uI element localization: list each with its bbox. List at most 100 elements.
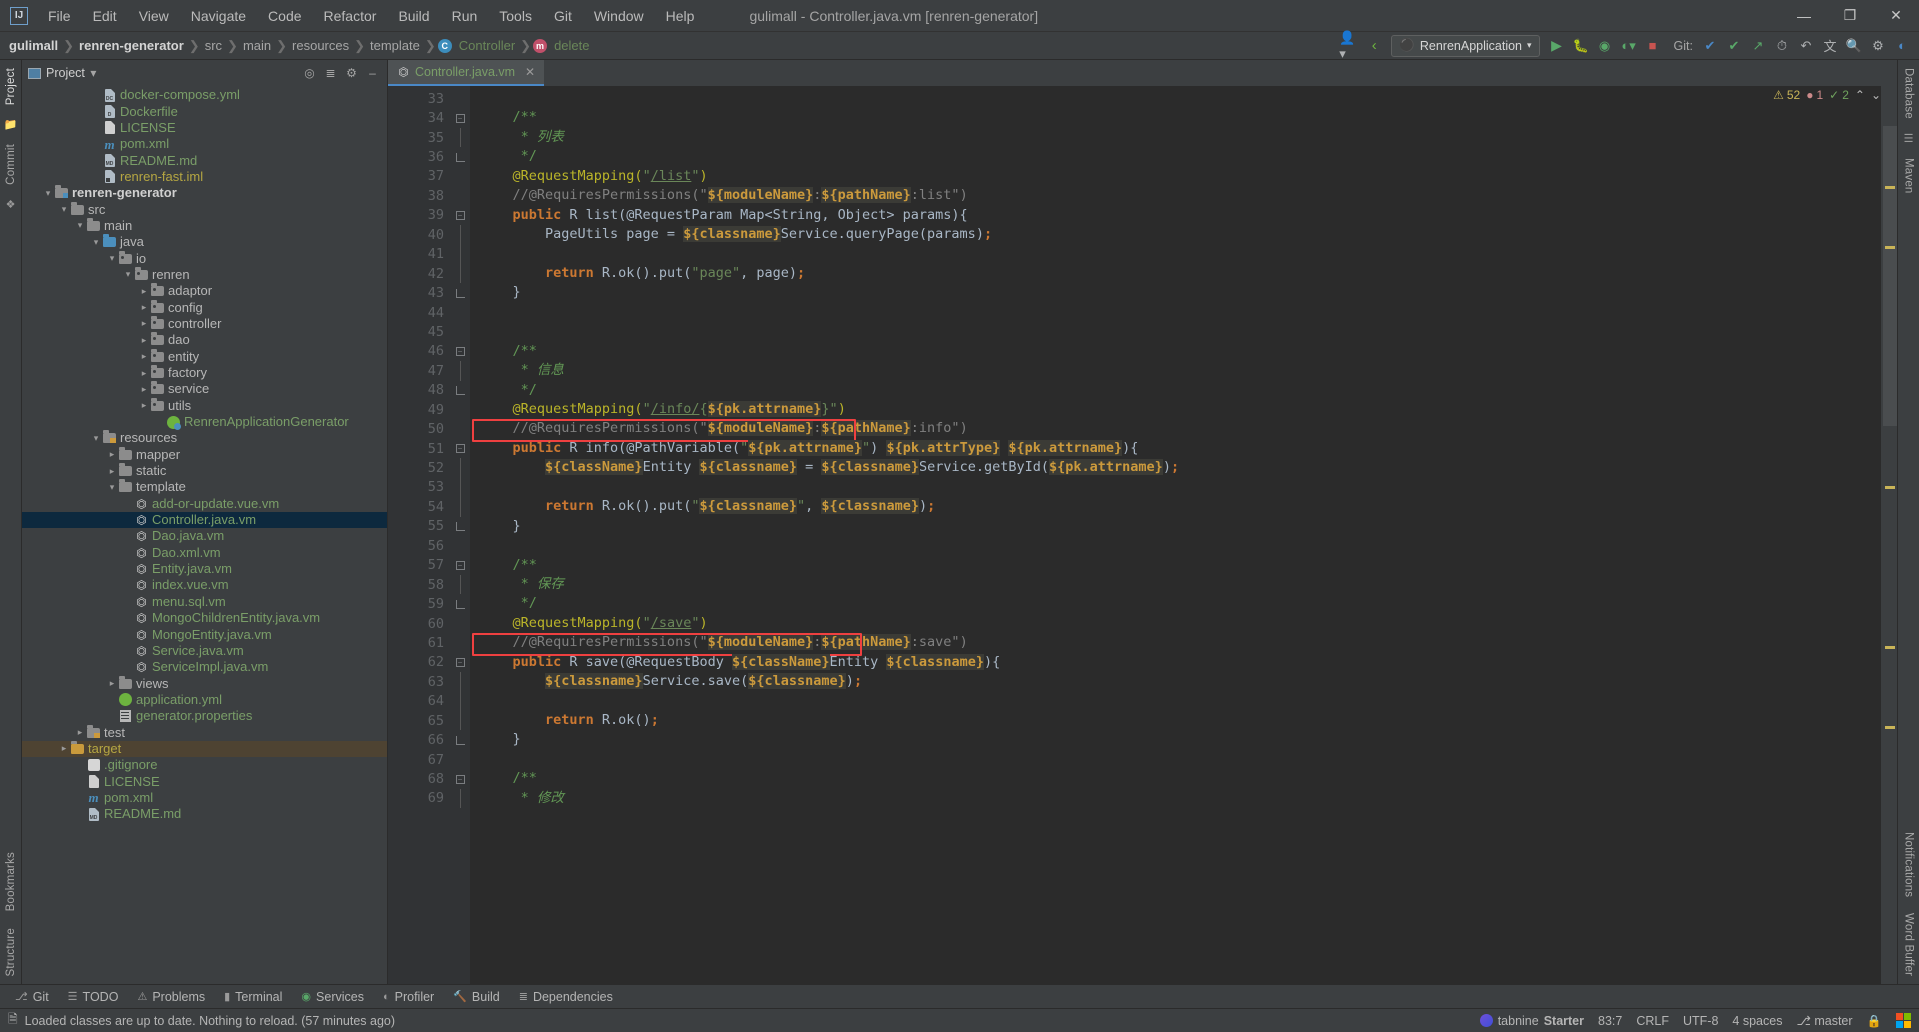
undo-icon[interactable]: ↶ <box>1795 35 1817 57</box>
chevron-right-icon[interactable]: ▸ <box>74 728 86 737</box>
fold-marker[interactable] <box>450 361 470 380</box>
menu-edit[interactable]: Edit <box>82 4 128 28</box>
chevron-right-icon[interactable]: ▸ <box>106 679 118 688</box>
fold-marker[interactable] <box>450 225 470 244</box>
code-line[interactable]: //@RequiresPermissions("${moduleName}:${… <box>470 186 1881 205</box>
caret-position[interactable]: 83:7 <box>1598 1014 1622 1028</box>
run-with-coverage-icon[interactable]: ◉ <box>1594 35 1616 57</box>
code-content[interactable]: /** * 列表 */ @RequestMapping("/list") //@… <box>470 86 1881 984</box>
fold-marker[interactable]: − <box>450 769 470 788</box>
tool-tab-database[interactable]: Database <box>1900 60 1918 127</box>
tree-node-renren[interactable]: ▾renren <box>22 267 387 283</box>
file-encoding[interactable]: UTF-8 <box>1683 1014 1718 1028</box>
chevron-down-icon[interactable]: ▾ <box>106 254 118 263</box>
project-tree[interactable]: ▸DCdocker-compose.yml▸DDockerfile▸LICENS… <box>22 86 387 984</box>
settings-icon[interactable]: ⚙ <box>1867 35 1889 57</box>
tree-node-adaptor[interactable]: ▸adaptor <box>22 283 387 299</box>
tree-node-mongoentity-java-vm[interactable]: ▸⏣MongoEntity.java.vm <box>22 626 387 642</box>
code-line[interactable]: PageUtils page = ${classname}Service.que… <box>470 225 1881 244</box>
chevron-right-icon[interactable]: ▸ <box>138 319 150 328</box>
code-line[interactable]: * 列表 <box>470 128 1881 147</box>
tool-tab-problems[interactable]: ⚠ Problems <box>128 987 214 1007</box>
chevron-right-icon[interactable]: ▸ <box>138 401 150 410</box>
fold-marker[interactable]: − <box>450 653 470 672</box>
fold-collapse-icon[interactable]: − <box>456 211 465 220</box>
hide-icon[interactable]: – <box>364 66 381 80</box>
prev-problem-icon[interactable]: ⌃ <box>1855 88 1865 102</box>
fold-end-icon[interactable] <box>456 153 465 162</box>
tree-node-dao-java-vm[interactable]: ▸⏣Dao.java.vm <box>22 528 387 544</box>
breadcrumb-template[interactable]: template <box>367 36 423 55</box>
fold-collapse-icon[interactable]: − <box>456 114 465 123</box>
ok-count[interactable]: ✓ 2 <box>1829 88 1849 102</box>
tree-node-dao-xml-vm[interactable]: ▸⏣Dao.xml.vm <box>22 545 387 561</box>
tree-node-controller[interactable]: ▸controller <box>22 316 387 332</box>
chevron-down-icon[interactable]: ▾ <box>74 221 86 230</box>
fold-end-icon[interactable] <box>456 386 465 395</box>
fold-end-icon[interactable] <box>456 289 465 298</box>
lock-icon[interactable]: 🔒 <box>1867 1014 1882 1028</box>
tree-node-license[interactable]: ▸LICENSE <box>22 773 387 789</box>
maximize-button[interactable]: ❐ <box>1827 0 1873 31</box>
fold-marker[interactable] <box>450 478 470 497</box>
code-line[interactable]: /** <box>470 108 1881 127</box>
menu-refactor[interactable]: Refactor <box>313 4 388 28</box>
code-line[interactable]: public R save(@RequestBody ${className}E… <box>470 653 1881 672</box>
chevron-right-icon[interactable]: ▸ <box>138 352 150 361</box>
menu-run[interactable]: Run <box>441 4 489 28</box>
menu-git[interactable]: Git <box>543 4 583 28</box>
code-line[interactable]: return R.ok().put("${classname}", ${clas… <box>470 497 1881 516</box>
code-line[interactable]: public R info(@PathVariable("${pk.attrna… <box>470 439 1881 458</box>
chevron-down-icon[interactable]: ▾ <box>58 205 70 214</box>
fold-marker[interactable] <box>450 672 470 691</box>
tree-node-src[interactable]: ▾src <box>22 201 387 217</box>
fold-marker[interactable] <box>450 497 470 516</box>
tree-node-add-or-update-vue-vm[interactable]: ▸⏣add-or-update.vue.vm <box>22 496 387 512</box>
tree-node-docker-compose-yml[interactable]: ▸DCdocker-compose.yml <box>22 87 387 103</box>
fold-collapse-icon[interactable]: − <box>456 658 465 667</box>
error-count[interactable]: ● 1 <box>1806 88 1823 102</box>
tool-tab-profiler[interactable]: ◐ Profiler <box>374 987 443 1007</box>
git-push-icon[interactable]: ↗ <box>1747 35 1769 57</box>
chevron-right-icon[interactable]: ▸ <box>138 287 150 296</box>
tree-node-test[interactable]: ▸test <box>22 724 387 740</box>
indent-setting[interactable]: 4 spaces <box>1732 1014 1782 1028</box>
tree-node-template[interactable]: ▾template <box>22 479 387 495</box>
search-everywhere-icon[interactable]: 🔍 <box>1843 35 1865 57</box>
windows-icon[interactable] <box>1896 1013 1912 1029</box>
fold-collapse-icon[interactable]: − <box>456 561 465 570</box>
back-icon[interactable]: ‹ <box>1363 35 1385 57</box>
code-line[interactable]: * 保存 <box>470 575 1881 594</box>
tree-node-resources[interactable]: ▾resources <box>22 430 387 446</box>
folder-icon[interactable]: 📁 <box>4 113 18 136</box>
breadcrumb-resources[interactable]: resources <box>289 36 352 55</box>
close-button[interactable]: ✕ <box>1873 0 1919 31</box>
translate-icon[interactable]: 文 <box>1819 35 1841 57</box>
tree-node-renrenapplicationgenerator[interactable]: ▸RenrenApplicationGenerator <box>22 414 387 430</box>
chevron-right-icon[interactable]: ▸ <box>138 385 150 394</box>
tabnine-widget[interactable]: tabnine Starter <box>1480 1014 1584 1028</box>
code-line[interactable]: * 修改 <box>470 789 1881 808</box>
inspection-summary[interactable]: ⚠ 52 ● 1 ✓ 2 ⌃ ⌄ <box>1773 88 1881 102</box>
code-line[interactable]: @RequestMapping("/info/{${pk.attrname}}"… <box>470 400 1881 419</box>
tree-node-mapper[interactable]: ▸mapper <box>22 447 387 463</box>
tree-node-pom-xml[interactable]: ▸mpom.xml <box>22 136 387 152</box>
fold-marker[interactable] <box>450 517 470 536</box>
tool-tab-services[interactable]: ◉ Services <box>292 987 373 1007</box>
commit-icon[interactable]: ❖ <box>6 193 16 216</box>
tree-node-main[interactable]: ▾main <box>22 218 387 234</box>
fold-marker[interactable] <box>450 458 470 477</box>
code-line[interactable] <box>470 692 1881 711</box>
tree-node-mongochildrenentity-java-vm[interactable]: ▸⏣MongoChildrenEntity.java.vm <box>22 610 387 626</box>
run-icon[interactable]: ▶ <box>1546 35 1568 57</box>
code-line[interactable]: @RequestMapping("/save") <box>470 614 1881 633</box>
tool-tab-word-buffer[interactable]: Word Buffer <box>1900 905 1918 984</box>
tree-node-factory[interactable]: ▸factory <box>22 365 387 381</box>
fold-collapse-icon[interactable]: − <box>456 775 465 784</box>
fold-marker[interactable] <box>450 711 470 730</box>
code-line[interactable]: } <box>470 283 1881 302</box>
tree-node-static[interactable]: ▸static <box>22 463 387 479</box>
stop-icon[interactable]: ■ <box>1642 35 1664 57</box>
fold-marker[interactable]: − <box>450 556 470 575</box>
tree-node-entity-java-vm[interactable]: ▸⏣Entity.java.vm <box>22 561 387 577</box>
